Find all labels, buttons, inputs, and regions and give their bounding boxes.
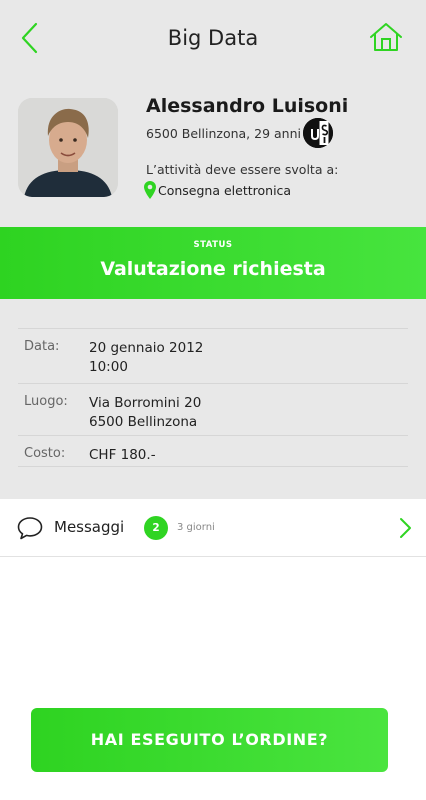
user-location: 6500 Bellinzona, 29 anni [146, 126, 301, 141]
status-value: Valutazione richiesta [100, 258, 326, 280]
map-pin-icon [144, 181, 156, 199]
usi-logo-icon [303, 118, 333, 148]
date-value: 20 gennaio 2012 10:00 [89, 339, 203, 377]
messages-count-badge: 2 [144, 516, 168, 540]
place-value: Via Borromini 20 6500 Bellinzona [89, 394, 201, 432]
usi-logo [303, 118, 333, 148]
messages-row[interactable]: Messaggi 2 3 giorni [0, 499, 426, 557]
date-line2: 10:00 [89, 359, 128, 375]
home-icon [370, 23, 402, 51]
profile-card: Alessandro Luisoni 6500 Bellinzona, 29 a… [0, 78, 426, 227]
chevron-right-icon [400, 518, 411, 538]
cost-label: Costo: [24, 446, 66, 461]
detail-row-date: Data: 20 gennaio 2012 10:00 [18, 328, 408, 383]
activity-label: L’attività deve essere svolta a: [146, 162, 339, 177]
avatar [18, 98, 118, 197]
cost-value: CHF 180.- [89, 447, 156, 463]
home-button[interactable] [368, 20, 404, 54]
speech-bubble-icon [17, 517, 43, 540]
order-details: Data: 20 gennaio 2012 10:00 Luogo: Via B… [0, 299, 426, 499]
status-label: STATUS [193, 240, 233, 250]
status-banner: STATUS Valutazione richiesta [0, 227, 426, 299]
place-label: Luogo: [24, 394, 68, 409]
details-divider [18, 466, 408, 467]
messages-label: Messaggi [54, 518, 125, 536]
avatar-photo [18, 98, 118, 197]
messages-time: 3 giorni [177, 522, 215, 533]
date-label: Data: [24, 339, 60, 354]
page-title: Big Data [167, 26, 259, 50]
detail-row-cost: Costo: CHF 180.- [18, 435, 408, 466]
detail-row-place: Luogo: Via Borromini 20 6500 Bellinzona [18, 383, 408, 435]
place-line1: Via Borromini 20 [89, 395, 202, 411]
user-name: Alessandro Luisoni [146, 95, 349, 117]
delivery-location: Consegna elettronica [144, 179, 291, 201]
order-completed-button[interactable]: HAI ESEGUITO L’ORDINE? [31, 708, 388, 772]
header-bar: Big Data [0, 0, 426, 78]
date-line1: 20 gennaio 2012 [89, 340, 204, 356]
order-detail-screen: Big Data Alessandro Luisoni 6500 Bellinz… [0, 0, 426, 800]
place-line2: 6500 Bellinzona [89, 414, 198, 430]
delivery-text: Consegna elettronica [158, 182, 292, 198]
